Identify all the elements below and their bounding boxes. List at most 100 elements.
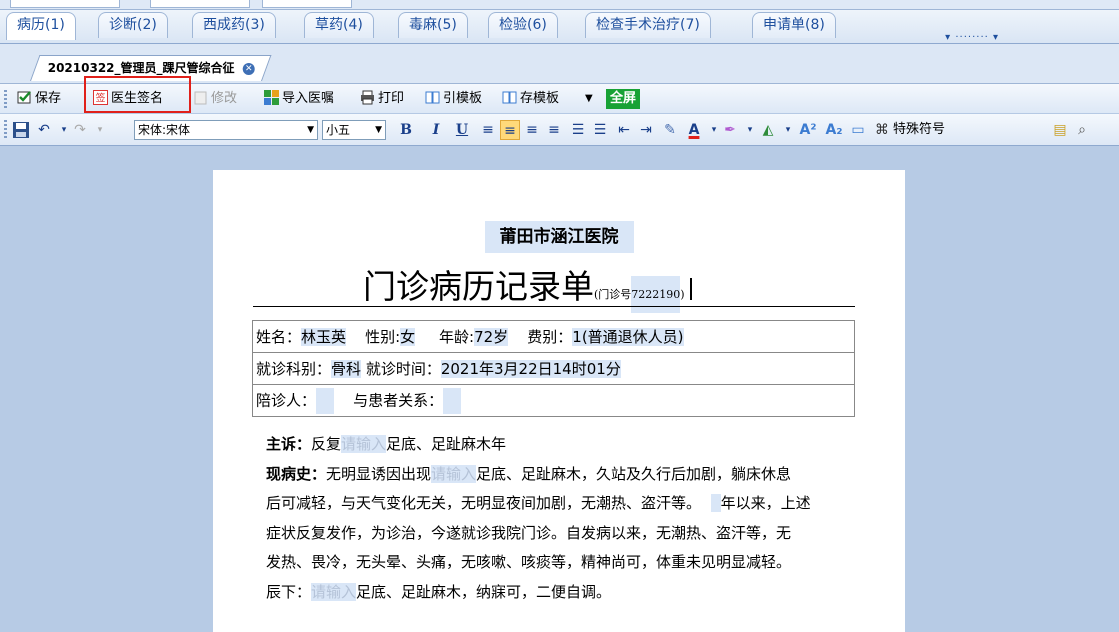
font-family-value: 宋体:宋体 xyxy=(138,123,191,137)
font-color-icon[interactable]: A xyxy=(684,120,704,140)
font-family-select[interactable]: 宋体:宋体 ▼ xyxy=(134,120,318,140)
bold-button[interactable]: B xyxy=(396,120,416,140)
table-row: 就诊科别：骨科 就诊时间：2021年3月22日14时01分 xyxy=(252,352,855,385)
close-icon[interactable]: ✕ xyxy=(242,62,255,75)
shading-icon[interactable]: ◭ xyxy=(758,120,778,140)
history-text: 后可减轻，与天气变化无关，无明显夜间加剧，无潮热、盗汗等。 xyxy=(266,494,702,512)
tab-overflow-icon[interactable]: ▾ ········ ▾ xyxy=(945,32,999,43)
fullscreen-button[interactable]: 全屏 xyxy=(606,89,641,109)
patient-sex-field[interactable]: 女 xyxy=(400,328,416,346)
age-label: 年龄: xyxy=(439,328,475,346)
chief-complaint: 主诉：反复请输入足底、足趾麻木年 xyxy=(266,430,866,460)
history-text: 辰下： xyxy=(266,582,312,601)
format-toolbar: ↶ ▾ ↷ ▾ 宋体:宋体 ▼ 小五 ▼ B I U ≡ ≡ ≡ ≡ ☰ ☰ ⇤ ⇥… xyxy=(0,114,1119,146)
tab-medical-record[interactable]: 病历(1) xyxy=(6,12,76,40)
tab-diagnosis[interactable]: 诊断(2) xyxy=(98,12,168,38)
modify-button[interactable]: 修改 xyxy=(193,89,237,109)
fee-label: 费别： xyxy=(527,328,573,346)
cc-text: 足底、足趾麻木年 xyxy=(386,435,507,453)
align-center-icon[interactable]: ≡ xyxy=(500,120,520,140)
indent-icon[interactable]: ⇥ xyxy=(636,120,656,140)
align-left-icon[interactable]: ≡ xyxy=(478,120,498,140)
font-size-value: 小五 xyxy=(326,123,351,137)
search-icon[interactable]: ⌕ xyxy=(1072,120,1092,140)
visit-no-value[interactable]: 7222190 xyxy=(631,276,681,313)
edit-icon xyxy=(194,91,207,105)
font-size-select[interactable]: 小五 ▼ xyxy=(322,120,386,140)
redo-dropdown-icon[interactable]: ▾ xyxy=(90,120,110,140)
name-label: 姓名： xyxy=(256,328,302,346)
align-justify-icon[interactable]: ≡ xyxy=(544,120,564,140)
history-line-5: 辰下：请输入足底、足趾麻木，纳寐可，二便自调。 xyxy=(266,578,866,608)
department-field[interactable]: 骨科 xyxy=(331,360,362,378)
outdent-icon[interactable]: ⇤ xyxy=(614,120,634,140)
tab-narcotics[interactable]: 毒麻(5) xyxy=(398,12,468,38)
field-icon[interactable]: ▭ xyxy=(848,120,868,140)
top-field xyxy=(10,0,120,8)
italic-button[interactable]: I xyxy=(426,120,446,140)
year-field[interactable] xyxy=(710,494,721,512)
record-body[interactable]: 主诉：反复请输入足底、足趾麻木年 现病史：无明显诱因出现请输入足底、足趾麻木，久… xyxy=(266,430,866,607)
text-caret xyxy=(689,278,692,300)
placeholder-field[interactable]: 请输入 xyxy=(431,464,477,483)
numbered-list-icon[interactable]: ☰ xyxy=(568,120,588,140)
redo-icon[interactable]: ↷ xyxy=(70,120,90,140)
cite-template-button[interactable]: 引模板 xyxy=(425,89,482,109)
save-disk-icon[interactable] xyxy=(12,121,30,139)
import-order-label: 导入医嘱 xyxy=(282,91,335,106)
top-field xyxy=(150,0,250,8)
insert-text-icon[interactable]: ▤ xyxy=(1050,120,1070,140)
patient-info-cell: 姓名：林玉英 性别:女 年龄:72岁 费别：1(普通退休人员) xyxy=(252,320,855,353)
format-brush-icon[interactable]: ✎ xyxy=(660,120,680,140)
undo-icon[interactable]: ↶ xyxy=(34,120,54,140)
title-divider xyxy=(253,306,855,307)
save-button[interactable]: 保存 xyxy=(17,89,61,109)
import-order-button[interactable]: 导入医嘱 xyxy=(264,89,334,109)
history-text: 足底、足趾麻木，纳寐可，二便自调。 xyxy=(356,582,612,601)
print-button[interactable]: 打印 xyxy=(360,89,404,109)
history-line-3: 症状反复发作，为诊治，今遂就诊我院门诊。自发病以来，无潮热、盗汗等，无 xyxy=(266,519,866,549)
fee-type-field[interactable]: 1(普通退休人员) xyxy=(572,328,684,346)
subscript-icon[interactable]: A₂ xyxy=(824,120,844,140)
visit-time-field[interactable]: 2021年3月22日14时01分 xyxy=(440,360,621,378)
placeholder-field[interactable]: 请输入 xyxy=(311,582,357,601)
document-page[interactable]: 莆田市涵江医院 门诊病历记录单(门诊号7222190) 姓名：林玉英 性别:女 … xyxy=(213,170,905,632)
save-label: 保存 xyxy=(35,91,62,106)
tab-request-form[interactable]: 申请单(8) xyxy=(752,12,836,38)
special-symbol-button[interactable]: 特殊符号 xyxy=(893,120,945,140)
relation-field[interactable] xyxy=(443,387,462,414)
toolbar-grip[interactable] xyxy=(4,120,7,138)
align-right-icon[interactable]: ≡ xyxy=(522,120,542,140)
underline-button[interactable]: U xyxy=(452,120,472,140)
bullet-list-icon[interactable]: ☰ xyxy=(590,120,610,140)
dropdown-arrow-icon: ▼ xyxy=(375,125,382,135)
history-text: 足底、足趾麻木，久站及久行后加剧，躺床休息 xyxy=(476,464,792,483)
patient-name-field[interactable]: 林玉英 xyxy=(301,328,347,346)
tab-herbal-medicine[interactable]: 草药(4) xyxy=(304,12,374,38)
superscript-icon[interactable]: A² xyxy=(798,120,818,140)
tab-lab-test[interactable]: 检验(6) xyxy=(488,12,558,38)
tab-exam-surgery[interactable]: 检查手术治疗(7) xyxy=(585,12,711,38)
patient-age-field[interactable]: 72岁 xyxy=(474,328,509,346)
patient-info-table: 姓名：林玉英 性别:女 年龄:72岁 费别：1(普通退休人员) 就诊科别：骨科 … xyxy=(252,320,855,417)
shading-dropdown-icon[interactable]: ▾ xyxy=(778,120,798,140)
visit-no-label: (门诊号 xyxy=(594,288,632,301)
highlight-icon[interactable]: ✒ xyxy=(720,120,740,140)
toolbar-grip[interactable] xyxy=(4,90,7,108)
dropdown-arrow-icon: ▼ xyxy=(307,125,314,135)
relation-label: 与患者关系： xyxy=(353,391,444,409)
special-symbol-icon[interactable]: ⌘ xyxy=(872,120,892,140)
history-text: 年以来，上述 xyxy=(720,494,811,512)
history-line-4: 发热、畏冷，无头晕、头痛，无咳嗽、咳痰等，精神尚可，体重未见明显减轻。 xyxy=(266,548,866,578)
top-menu-strip xyxy=(0,0,1119,10)
template-dropdown-icon[interactable]: ▼ xyxy=(585,89,593,109)
dept-label: 就诊科别： xyxy=(256,360,332,378)
companion-field[interactable] xyxy=(316,387,335,414)
companion-label: 陪诊人： xyxy=(256,391,317,409)
tab-western-medicine[interactable]: 西成药(3) xyxy=(192,12,276,38)
print-label: 打印 xyxy=(378,91,405,106)
editor-area: 莆田市涵江医院 门诊病历记录单(门诊号7222190) 姓名：林玉英 性别:女 … xyxy=(0,146,1119,632)
highlight-dropdown-icon[interactable]: ▾ xyxy=(740,120,760,140)
save-template-button[interactable]: 存模板 xyxy=(502,89,559,109)
placeholder-field[interactable]: 请输入 xyxy=(341,435,387,453)
